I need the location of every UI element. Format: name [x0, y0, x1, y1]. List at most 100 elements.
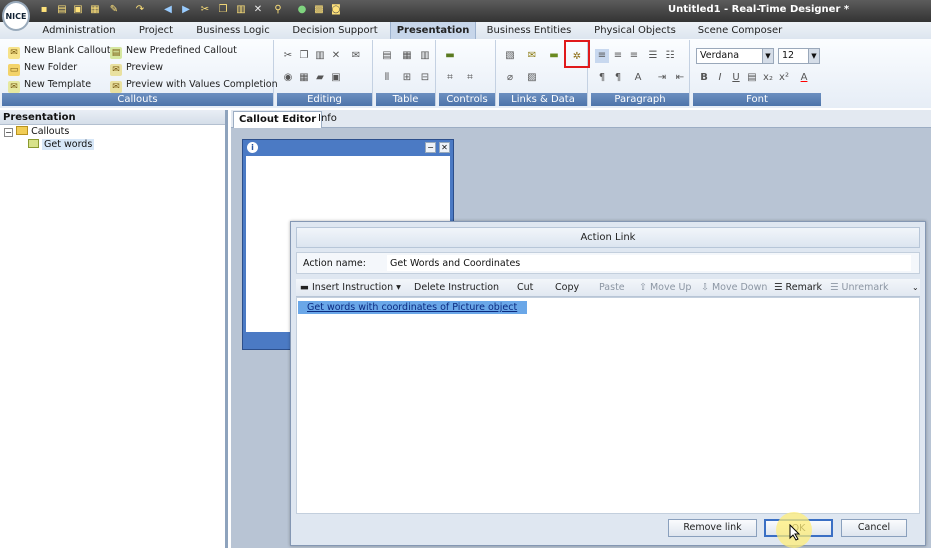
tree-item-callouts[interactable]: − Callouts: [4, 125, 69, 138]
menu-scene-composer[interactable]: Scene Composer: [697, 22, 783, 39]
delete-icon[interactable]: ✕: [329, 49, 343, 63]
back-icon[interactable]: ◀: [162, 4, 174, 16]
app-logo[interactable]: NICE: [2, 1, 30, 31]
data-link-icon[interactable]: ✉: [525, 49, 539, 63]
align-right-icon[interactable]: ≡: [627, 49, 641, 63]
split-icon[interactable]: ⊟: [418, 71, 432, 85]
highlight-icon[interactable]: A: [631, 71, 645, 85]
save-icon[interactable]: ▣: [72, 4, 84, 16]
mouse-cursor-icon: [789, 524, 801, 541]
cancel-button[interactable]: Cancel: [841, 519, 907, 537]
chevron-down-icon[interactable]: ▼: [808, 49, 819, 63]
numbered-list-icon[interactable]: ☷: [663, 49, 677, 63]
copy-button[interactable]: Copy: [555, 279, 579, 297]
menu-presentation[interactable]: Presentation: [390, 22, 476, 39]
format-icon[interactable]: ▦: [297, 71, 311, 85]
copy-icon[interactable]: ❐: [297, 49, 311, 63]
insert-instruction-button[interactable]: ▬ Insert Instruction ▾: [300, 279, 401, 297]
menu-decision-support[interactable]: Decision Support: [290, 22, 380, 39]
align-center-icon[interactable]: ≡: [611, 49, 625, 63]
attach-icon[interactable]: ⌀: [503, 71, 517, 85]
capture-icon[interactable]: ▩: [313, 4, 325, 16]
outdent-icon[interactable]: ⇤: [673, 71, 687, 85]
up-arrow-icon: ⇧: [639, 282, 650, 293]
italic-icon[interactable]: I: [713, 71, 727, 85]
tab-callout-editor[interactable]: Callout Editor: [233, 111, 323, 128]
bullet-list-icon[interactable]: ☰: [646, 49, 660, 63]
new-predefined-callout-button[interactable]: ▤ New Predefined Callout: [110, 43, 237, 59]
tab-info[interactable]: Info: [313, 111, 342, 128]
edit-icon[interactable]: ✎: [108, 4, 120, 16]
indent-icon[interactable]: ⇥: [655, 71, 669, 85]
preview-values-button[interactable]: ✉ Preview with Values Completion: [110, 77, 278, 93]
menu-business-logic[interactable]: Business Logic: [193, 22, 273, 39]
subscript-icon[interactable]: x₂: [761, 71, 775, 85]
align-left-icon[interactable]: ≡: [595, 49, 609, 63]
move-down-button[interactable]: ⇩ Move Down: [701, 279, 767, 297]
find-icon[interactable]: ⚲: [272, 4, 284, 16]
brush-icon[interactable]: ▰: [313, 71, 327, 85]
align-control-icon[interactable]: ⌗: [443, 71, 457, 85]
cut-button[interactable]: Cut: [517, 279, 533, 297]
paste-icon[interactable]: ▥: [313, 49, 327, 63]
image-link-icon[interactable]: ▨: [525, 71, 539, 85]
copy-icon[interactable]: ❐: [217, 4, 229, 16]
superscript-icon[interactable]: x²: [777, 71, 791, 85]
close-icon[interactable]: ✕: [439, 142, 450, 153]
font-family-select[interactable]: Verdana ▼: [696, 48, 774, 64]
redo-icon[interactable]: ↷: [134, 4, 146, 16]
close-icon[interactable]: ✕: [252, 4, 264, 16]
insert-control-icon[interactable]: ▬: [443, 49, 457, 63]
menu-administration[interactable]: Administration: [38, 22, 120, 39]
move-up-button[interactable]: ⇧ Move Up: [639, 279, 691, 297]
menu-physical-objects[interactable]: Physical Objects: [592, 22, 678, 39]
forward-icon[interactable]: ▶: [180, 4, 192, 16]
new-template-button[interactable]: ✉ New Template: [8, 77, 91, 93]
new-blank-callout-button[interactable]: ✉ New Blank Callout: [8, 43, 111, 59]
paragraph-mark-icon[interactable]: ¶: [611, 71, 625, 85]
style-icon[interactable]: ◉: [281, 71, 295, 85]
instruction-list[interactable]: Get words with coordinates of Picture ob…: [296, 297, 920, 514]
bold-icon[interactable]: B: [697, 71, 711, 85]
rtl-icon[interactable]: ¶: [595, 71, 609, 85]
distribute-control-icon[interactable]: ⌗: [463, 71, 477, 85]
open-icon[interactable]: ▤: [56, 4, 68, 16]
menu-business-entities[interactable]: Business Entities: [484, 22, 574, 39]
new-folder-button[interactable]: ▭ New Folder: [8, 60, 77, 76]
action-name-input[interactable]: [387, 255, 911, 271]
new-icon[interactable]: ▪: [38, 4, 50, 16]
editor-tabs: Callout Editor Info: [231, 110, 931, 128]
table-grid-icon[interactable]: ▥: [418, 49, 432, 63]
cut-icon[interactable]: ✂: [199, 4, 211, 16]
overflow-icon[interactable]: ⌄: [912, 279, 919, 297]
paste-icon[interactable]: ▥: [235, 4, 247, 16]
menu-project[interactable]: Project: [130, 22, 182, 39]
minimize-icon[interactable]: −: [425, 142, 436, 153]
cut-icon[interactable]: ✂: [281, 49, 295, 63]
mail-icon[interactable]: ✉: [349, 49, 363, 63]
paste-button[interactable]: Paste: [599, 279, 625, 297]
list-item[interactable]: Get words with coordinates of Picture ob…: [298, 301, 528, 314]
underline-icon[interactable]: U: [729, 71, 743, 85]
preview-button[interactable]: ✉ Preview: [110, 60, 163, 76]
font-color-icon[interactable]: A: [797, 71, 811, 85]
remark-button[interactable]: ☰ Remark: [774, 279, 822, 297]
collapse-icon[interactable]: −: [4, 128, 13, 137]
save-all-icon[interactable]: ▦: [89, 4, 101, 16]
tree-item-get-words[interactable]: Get words: [28, 138, 95, 151]
insert-table-icon[interactable]: ▤: [380, 49, 394, 63]
frame-icon[interactable]: ▣: [329, 71, 343, 85]
column-icon[interactable]: ⦀: [380, 71, 394, 85]
new-link-icon[interactable]: ▧: [503, 49, 517, 63]
run-icon[interactable]: ●: [296, 4, 308, 16]
merge-icon[interactable]: ⊞: [400, 71, 414, 85]
camera-icon[interactable]: ◙: [330, 4, 342, 16]
strikethrough-icon[interactable]: ▤: [745, 71, 759, 85]
font-size-select[interactable]: 12 ▼: [778, 48, 820, 64]
remove-link-button[interactable]: Remove link: [668, 519, 757, 537]
data-field-icon[interactable]: ▬: [547, 49, 561, 63]
chevron-down-icon[interactable]: ▼: [762, 49, 773, 63]
table-layout-icon[interactable]: ▦: [400, 49, 414, 63]
delete-instruction-button[interactable]: Delete Instruction: [414, 279, 499, 297]
unremark-button[interactable]: ☰ Unremark: [830, 279, 889, 297]
